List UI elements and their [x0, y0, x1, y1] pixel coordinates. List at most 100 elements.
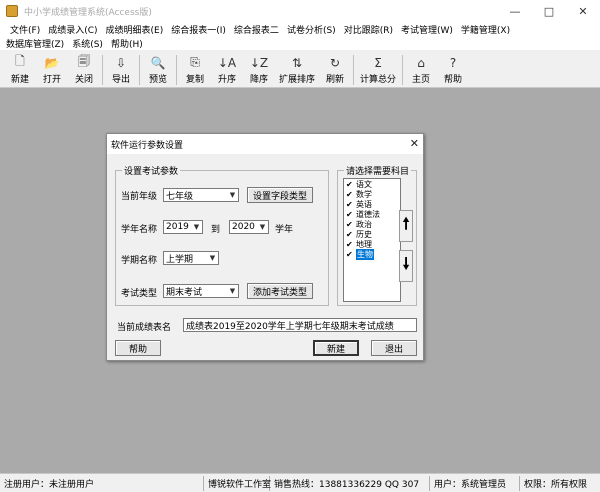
- grade-value: 七年级: [166, 191, 194, 202]
- checkbox-checked-icon[interactable]: ✔: [346, 200, 354, 209]
- arrow-down-icon: 🠗: [402, 253, 410, 273]
- menu-item-row2-1[interactable]: 系统(S): [68, 37, 107, 50]
- add-exam-type-button[interactable]: 添加考试类型: [247, 283, 313, 299]
- copy-icon: ⎘: [190, 55, 200, 69]
- toolbar-separator: [139, 55, 140, 85]
- year-end-select[interactable]: 2020 ▼: [229, 220, 269, 234]
- menu-item-row1-1[interactable]: 成绩录入(C): [44, 23, 101, 36]
- toolbar-button-label: 导出: [111, 75, 130, 85]
- export-icon: ⇩: [115, 55, 127, 70]
- menu-item-row2-0[interactable]: 数据库管理(Z): [2, 37, 68, 50]
- subject-item[interactable]: ✔ 历史: [344, 229, 400, 239]
- checkbox-checked-icon[interactable]: ✔: [346, 210, 354, 219]
- subjects-group-title: 请选择需要科目: [344, 164, 412, 177]
- dialog-close-icon[interactable]: ✕: [410, 137, 419, 150]
- year-start-select[interactable]: 2019 ▼: [163, 220, 203, 234]
- toolbar-button-11[interactable]: ⌂ 主页: [405, 52, 437, 88]
- year-end-value: 2020: [232, 222, 255, 232]
- app-icon: [6, 5, 18, 17]
- toolbar-button-6[interactable]: ↓A 升序: [211, 52, 243, 88]
- sort-ascending-icon: ↓A: [217, 55, 237, 70]
- menu-item-row1-7[interactable]: 考试管理(W): [397, 23, 457, 36]
- table-name-field[interactable]: 成绩表2019至2020学年上学期七年级期末考试成绩: [183, 318, 417, 332]
- menu-item-row1-5[interactable]: 试卷分析(S): [283, 23, 340, 36]
- move-up-button[interactable]: 🠕: [399, 210, 413, 242]
- toolbar-button-0[interactable]: 🗋 新建: [4, 52, 36, 88]
- menu-item-row1-0[interactable]: 文件(F): [6, 23, 44, 36]
- subject-item[interactable]: ✔ 政治: [344, 219, 400, 229]
- sort-descending-icon: ↓Z: [249, 55, 269, 70]
- toolbar-button-7[interactable]: ↓Z 降序: [243, 52, 275, 88]
- toolbar-button-label: 打开: [42, 75, 61, 85]
- menu-item-row1-8[interactable]: 学籍管理(X): [457, 23, 514, 36]
- exam-type-label: 考试类型: [121, 289, 158, 299]
- new-document-icon: 🗋: [15, 54, 25, 68]
- checkbox-checked-icon[interactable]: ✔: [346, 250, 354, 259]
- minimize-icon[interactable]: —: [498, 0, 532, 22]
- sigma-icon: Σ: [374, 55, 382, 70]
- status-current-user: 用户：系统管理员: [430, 475, 520, 491]
- year-suffix-label: 学年: [275, 225, 294, 235]
- toolbar-button-8[interactable]: ⇅ 扩展排序: [275, 52, 319, 88]
- toolbar-button-4[interactable]: 🔍 预览: [142, 52, 174, 88]
- checkbox-checked-icon[interactable]: ✔: [346, 180, 354, 189]
- close-document-icon: 🗐: [78, 54, 90, 68]
- menu-item-row1-2[interactable]: 成绩明细表(E): [102, 23, 168, 36]
- subject-item[interactable]: ✔ 道德法: [344, 209, 400, 219]
- print-preview-icon: 🔍: [150, 55, 166, 70]
- move-down-button[interactable]: 🠗: [399, 250, 413, 282]
- subject-label: 生物: [356, 248, 374, 260]
- toolbar-button-3[interactable]: ⇩ 导出: [105, 52, 137, 88]
- close-icon[interactable]: ✕: [566, 0, 600, 22]
- toolbar-button-1[interactable]: 📂 打开: [36, 52, 68, 88]
- set-subject-type-button[interactable]: 设置字段类型: [247, 187, 313, 203]
- toolbar-button-label: 复制: [185, 75, 204, 85]
- toolbar-separator: [353, 55, 354, 85]
- toolbar-button-2[interactable]: 🗐 关闭: [68, 52, 100, 88]
- term-select[interactable]: 上学期 ▼: [163, 251, 219, 265]
- term-label: 学期名称: [121, 256, 158, 266]
- toolbar-button-label: 降序: [249, 75, 268, 85]
- checkbox-checked-icon[interactable]: ✔: [346, 230, 354, 239]
- subject-item[interactable]: ✔ 语文: [344, 179, 400, 189]
- toolbar-button-10[interactable]: Σ 计算总分: [356, 52, 400, 88]
- chevron-down-icon: ▼: [229, 191, 236, 199]
- home-icon: ⌂: [417, 55, 425, 70]
- extended-sort-icon: ⇅: [291, 55, 303, 70]
- grade-select[interactable]: 七年级 ▼: [163, 188, 239, 202]
- subject-item[interactable]: ✔ 地理: [344, 239, 400, 249]
- menu-item-row1-6[interactable]: 对比跟踪(R): [340, 23, 397, 36]
- toolbar-button-5[interactable]: ⎘ 复制: [179, 52, 211, 88]
- year-to-label: 到: [211, 225, 221, 235]
- toolbar-button-9[interactable]: ↻ 刷新: [319, 52, 351, 88]
- toolbar-button-label: 主页: [411, 75, 430, 85]
- toolbar-button-label: 升序: [217, 75, 236, 85]
- maximize-icon[interactable]: □: [532, 0, 566, 22]
- term-value: 上学期: [166, 254, 194, 265]
- status-studio: 博锐软件工作室: [204, 475, 271, 491]
- menu-item-row2-2[interactable]: 帮助(H): [107, 37, 147, 50]
- chevron-down-icon: ▼: [259, 223, 266, 231]
- exam-settings-group-title: 设置考试参数: [122, 164, 181, 177]
- dialog-title-bar: 软件运行参数设置 ✕: [107, 134, 423, 154]
- toolbar-button-12[interactable]: ? 帮助: [437, 52, 469, 88]
- refresh-icon: ↻: [329, 55, 341, 70]
- subjects-listbox[interactable]: ✔ 语文 ✔ 数学 ✔ 英语 ✔ 道德法 ✔ 政治 ✔ 历史 ✔ 地理 ✔ 生物: [343, 178, 401, 302]
- chevron-down-icon: ▼: [229, 287, 236, 295]
- subject-item[interactable]: ✔ 英语: [344, 199, 400, 209]
- open-folder-icon: 📂: [44, 55, 60, 70]
- help-button[interactable]: 帮助: [115, 340, 161, 356]
- subject-item[interactable]: ✔ 生物: [344, 248, 400, 260]
- table-name-label: 当前成绩表名: [117, 323, 172, 333]
- exit-button[interactable]: 退出: [371, 340, 417, 356]
- checkbox-checked-icon[interactable]: ✔: [346, 190, 354, 199]
- subject-item[interactable]: ✔ 数学: [344, 189, 400, 199]
- menu-item-row1-3[interactable]: 综合报表一(I): [167, 23, 230, 36]
- menu-item-row1-4[interactable]: 综合报表二: [230, 23, 283, 36]
- exam-type-select[interactable]: 期末考试 ▼: [163, 284, 239, 298]
- new-button[interactable]: 新建: [313, 340, 359, 356]
- checkbox-checked-icon[interactable]: ✔: [346, 240, 354, 249]
- toolbar: 🗋 新建 📂 打开 🗐 关闭 ⇩ 导出 🔍 预览 ⎘ 复制 ↓A 升序 ↓Z 降序 ⇅ 扩展排序 ↻ 刷新 Σ 计算总分 ⌂…: [0, 52, 600, 88]
- grade-label: 当前年级: [121, 192, 158, 202]
- checkbox-checked-icon[interactable]: ✔: [346, 220, 354, 229]
